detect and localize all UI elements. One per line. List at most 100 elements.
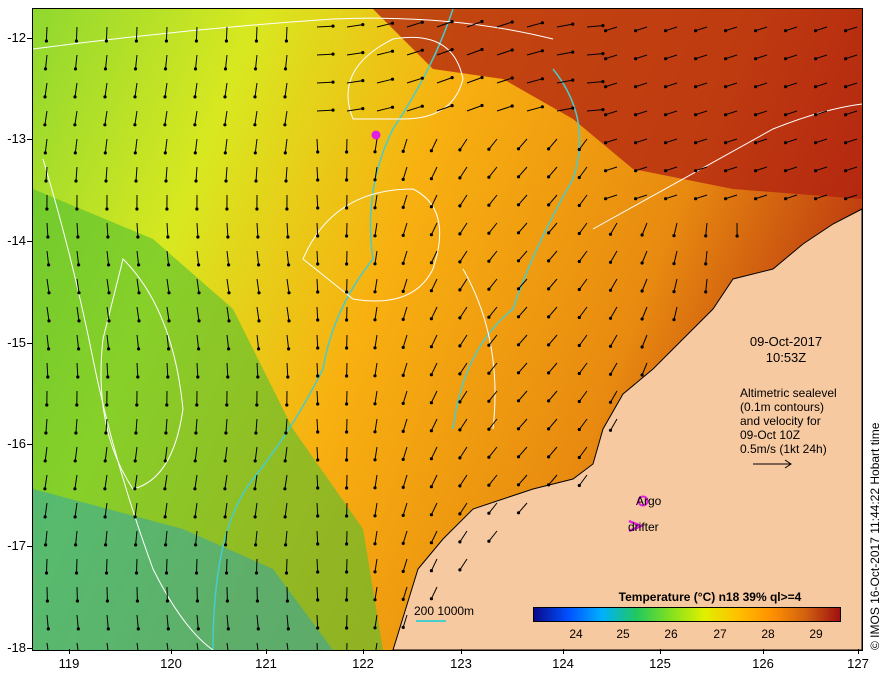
velocity-arrow-head [480,19,484,24]
velocity-arrow-head [487,455,491,459]
velocity-arrow-head [784,169,788,173]
velocity-arrow-head [134,431,138,435]
velocity-arrow [256,558,258,574]
velocity-arrow-head [74,543,78,547]
lat-tick-label: -16 [7,436,26,451]
velocity-arrow-head [76,235,80,239]
velocity-arrow-head [104,179,108,183]
velocity-arrow-head [254,179,258,183]
velocity-arrow-head [133,459,137,463]
velocity-arrow-head [487,483,491,487]
velocity-arrow-head [225,403,229,407]
velocity-arrow [316,334,319,349]
velocity-arrow-head [814,197,818,201]
velocity-arrow-head [133,95,137,99]
colorbar-label: 27 [713,627,727,641]
velocity-arrow-head [73,67,78,71]
velocity-arrow-head [253,151,257,155]
velocity-arrow-head [458,344,462,348]
velocity-arrow-head [257,347,261,351]
velocity-arrow-head [46,375,50,379]
velocity-arrow-head [46,627,50,631]
velocity-arrow-head [601,52,605,56]
velocity-arrow-head [287,347,291,351]
velocity-arrow-head [256,375,260,379]
velocity-arrow [316,586,319,601]
velocity-arrow [316,138,319,153]
velocity-arrow-head [287,319,291,323]
velocity-arrow-head [510,104,514,108]
velocity-arrow [316,222,319,237]
velocity-arrow-head [73,151,77,155]
velocity-arrow-head [345,346,349,350]
lon-tick-label: 126 [752,656,774,671]
velocity-arrow-head [43,151,47,155]
velocity-arrow-head [694,197,698,201]
velocity-arrow-head [401,177,405,181]
lon-tick-label: 124 [552,656,574,671]
lon-tick-label: 119 [58,656,80,671]
lat-tick-mark [27,241,32,242]
velocity-arrow [316,194,319,209]
velocity-arrow-head [283,95,287,99]
velocity-arrow-head [254,431,258,435]
velocity-arrow-head [223,67,228,71]
velocity-arrow-head [401,345,405,349]
velocity-arrow-head [429,597,433,601]
velocity-arrow-head [577,399,581,404]
velocity-arrow-head [193,123,197,127]
velocity-arrow-head [724,113,728,117]
lon-tick-label: 122 [352,656,374,671]
velocity-arrow-head [844,85,848,89]
velocity-arrow-head [43,459,47,463]
velocity-arrow-head [166,235,170,239]
velocity-arrow-head [316,542,320,546]
velocity-arrow-head [164,431,168,435]
velocity-arrow-head [516,203,521,207]
velocity-arrow-head [227,263,231,267]
velocity-arrow-head [487,343,491,347]
velocity-arrow-head [316,514,320,518]
velocity-arrow-head [724,85,728,89]
velocity-arrow-head [286,235,290,239]
sst-map[interactable] [32,8,863,651]
velocity-arrow-head [137,347,141,351]
velocity-arrow-head [390,21,395,25]
lon-tick-mark [69,649,70,654]
velocity-arrow-head [45,599,49,603]
velocity-arrow-head [254,543,258,547]
velocity-arrow-head [103,67,108,71]
lat-tick-mark [27,648,32,649]
velocity-arrow-head [133,67,138,71]
velocity-arrow-head [487,231,491,235]
velocity-arrow-head [106,627,110,631]
velocity-arrow-head [577,455,581,460]
velocity-arrow [285,26,288,42]
velocity-arrow [316,278,319,293]
velocity-arrow-head [224,543,228,547]
velocity-arrow-head [429,401,433,405]
velocity-arrow-head [458,484,462,488]
velocity-arrow-head [577,231,581,236]
velocity-arrow-head [373,542,377,546]
velocity-arrow-head [283,515,287,519]
lon-tick-mark [763,649,764,654]
velocity-arrow-head [316,570,320,574]
velocity-arrow-head [195,599,199,603]
velocity-arrow-head [450,20,454,24]
velocity-arrow [196,558,198,574]
argo-float-marker[interactable] [371,130,381,140]
lat-tick-label: -17 [7,538,26,553]
lon-tick-mark [266,649,267,654]
velocity-arrow-head [401,233,405,237]
velocity-arrow-head [373,570,377,574]
velocity-arrow-head [283,487,287,491]
velocity-arrow-head [316,430,320,434]
velocity-arrow-head [694,85,698,89]
velocity-arrow-head [45,403,49,407]
velocity-arrow-head [704,290,708,294]
velocity-arrow-head [104,39,108,43]
velocity-arrow-head [136,627,140,631]
velocity-arrow-head [672,234,676,238]
lon-tick-label: 123 [450,656,472,671]
